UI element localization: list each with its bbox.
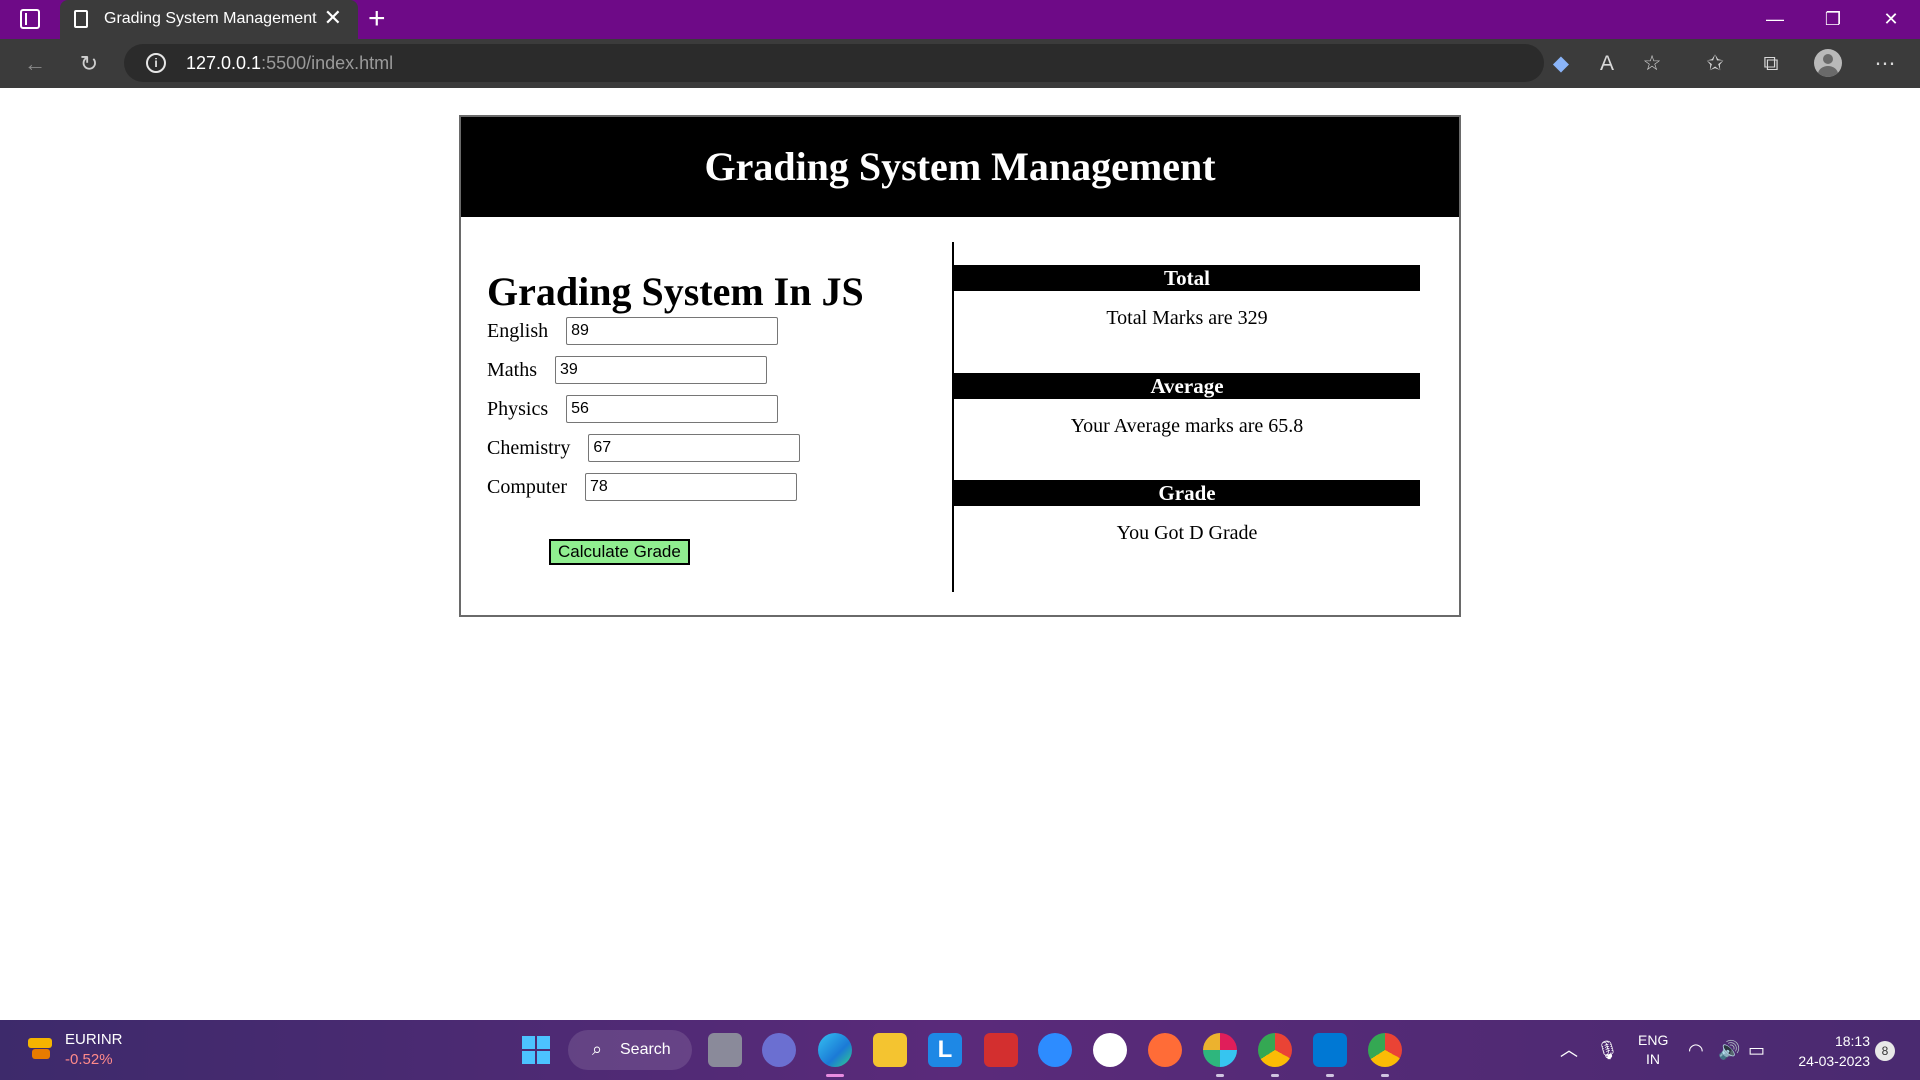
ticker-change[interactable]: -0.52%	[65, 1051, 113, 1068]
folder-app-icon[interactable]	[873, 1033, 907, 1067]
chemistry-input[interactable]	[588, 434, 801, 462]
chemistry-row: Chemistry	[487, 434, 801, 462]
english-input[interactable]	[566, 317, 779, 345]
language-indicator[interactable]: ENG IN	[1638, 1031, 1668, 1069]
calculate-grade-button[interactable]: Calculate Grade	[549, 539, 690, 565]
slack-app-icon[interactable]	[1203, 1033, 1237, 1067]
microphone-icon[interactable]: 🎙	[1596, 1038, 1619, 1062]
average-result: Your Average marks are 65.8	[1070, 415, 1304, 437]
browser-title-bar: Grading System Management ✕ + — ❐ ✕	[0, 0, 1920, 39]
form-title: Grading System In JS	[487, 269, 864, 314]
notification-badge[interactable]: 8	[1875, 1041, 1895, 1061]
mongodb-app-icon[interactable]	[1093, 1033, 1127, 1067]
mcafee-app-icon[interactable]	[984, 1033, 1018, 1067]
sidebar-toggle-icon[interactable]	[20, 9, 40, 29]
tab-title: Grading System Management	[104, 10, 317, 27]
collections-icon[interactable]: ⧉	[1756, 49, 1786, 79]
info-icon[interactable]: i	[146, 53, 166, 73]
physics-row: Physics	[487, 395, 779, 423]
volume-icon[interactable]: 🔊	[1718, 1038, 1740, 1062]
chevron-up-icon[interactable]: ︿	[1560, 1038, 1578, 1062]
chemistry-label: Chemistry	[487, 436, 571, 459]
vscode-app-icon[interactable]	[1313, 1033, 1347, 1067]
results-panel: Total Total Marks are 329 Average Your A…	[954, 217, 1420, 615]
url-text[interactable]: 127.0.0.1:5500/index.html	[186, 53, 393, 74]
maths-input[interactable]	[555, 356, 767, 384]
marks-form: Grading System In JS English Maths Physi…	[461, 217, 953, 615]
file-explorer-app-icon[interactable]	[708, 1033, 742, 1067]
maths-row: Maths	[487, 356, 767, 384]
chrome-canary-running-indicator	[1381, 1074, 1389, 1077]
computer-label: Computer	[487, 475, 567, 498]
battery-icon[interactable]: ▭	[1748, 1038, 1765, 1062]
restore-icon[interactable]: ❐	[1804, 0, 1862, 39]
window-controls: — ❐ ✕	[1746, 0, 1920, 39]
profile-icon[interactable]	[1814, 49, 1842, 77]
grade-result: You Got D Grade	[1116, 522, 1258, 544]
slack-running-indicator	[1216, 1074, 1224, 1077]
close-icon[interactable]: ✕	[324, 6, 342, 30]
edge-running-indicator	[826, 1074, 844, 1077]
meet-app-icon[interactable]	[762, 1033, 796, 1067]
maths-label: Maths	[487, 358, 537, 381]
taskbar: EURINR -0.52% ⌕ Search L ︿ 🎙 ENG IN ◠ 🔊 …	[0, 1020, 1920, 1080]
grading-app-container: Grading System Management Grading System…	[459, 115, 1461, 617]
english-row: English	[487, 317, 779, 345]
chrome-app-icon[interactable]	[1258, 1033, 1292, 1067]
vscode-running-indicator	[1326, 1074, 1334, 1077]
zoom-app-icon[interactable]	[1038, 1033, 1072, 1067]
clock-time: 18:13	[1834, 1033, 1870, 1049]
browser-toolbar: ← ↻ i 127.0.0.1:5500/index.html ◆ A ☆ ✩ …	[0, 39, 1920, 88]
browser-tab[interactable]: Grading System Management ✕	[60, 0, 358, 39]
chrome-canary-app-icon[interactable]	[1368, 1033, 1402, 1067]
tag-icon[interactable]: ◆	[1546, 49, 1576, 79]
computer-row: Computer	[487, 473, 797, 501]
wifi-icon[interactable]: ◠	[1688, 1038, 1704, 1062]
chrome-running-indicator	[1271, 1074, 1279, 1077]
read-aloud-icon[interactable]: A	[1592, 49, 1622, 79]
physics-input[interactable]	[566, 395, 779, 423]
address-bar[interactable]: i 127.0.0.1:5500/index.html	[124, 44, 1544, 82]
plus-icon[interactable]: +	[368, 3, 386, 35]
average-heading: Average	[954, 373, 1420, 399]
postman-app-icon[interactable]	[1148, 1033, 1182, 1067]
stock-widget-icon[interactable]	[26, 1036, 56, 1062]
total-result: Total Marks are 329	[1106, 307, 1268, 329]
grade-heading: Grade	[954, 480, 1420, 506]
edge-app-icon[interactable]	[818, 1033, 852, 1067]
refresh-icon[interactable]: ↻	[74, 49, 104, 79]
physics-label: Physics	[487, 397, 549, 420]
taskbar-search[interactable]: ⌕ Search	[568, 1030, 692, 1070]
ticker-name[interactable]: EURINR	[65, 1031, 123, 1048]
add-favorite-icon[interactable]: ☆	[1637, 49, 1667, 79]
total-heading: Total	[954, 265, 1420, 291]
english-label: English	[487, 319, 549, 342]
page-icon	[74, 10, 88, 28]
search-icon: ⌕	[592, 1039, 603, 1059]
window-close-icon[interactable]: ✕	[1862, 0, 1920, 39]
page-title: Grading System Management	[461, 117, 1459, 217]
computer-input[interactable]	[585, 473, 797, 501]
more-icon[interactable]: ⋯	[1870, 49, 1900, 79]
start-icon[interactable]	[522, 1036, 550, 1064]
minimize-icon[interactable]: —	[1746, 0, 1804, 39]
clock[interactable]: 18:13 24-03-2023	[1798, 1031, 1870, 1071]
favorites-icon[interactable]: ✩	[1700, 49, 1730, 79]
l-app-icon[interactable]: L	[928, 1033, 962, 1067]
back-icon[interactable]: ←	[20, 49, 50, 79]
clock-date: 24-03-2023	[1798, 1053, 1870, 1069]
